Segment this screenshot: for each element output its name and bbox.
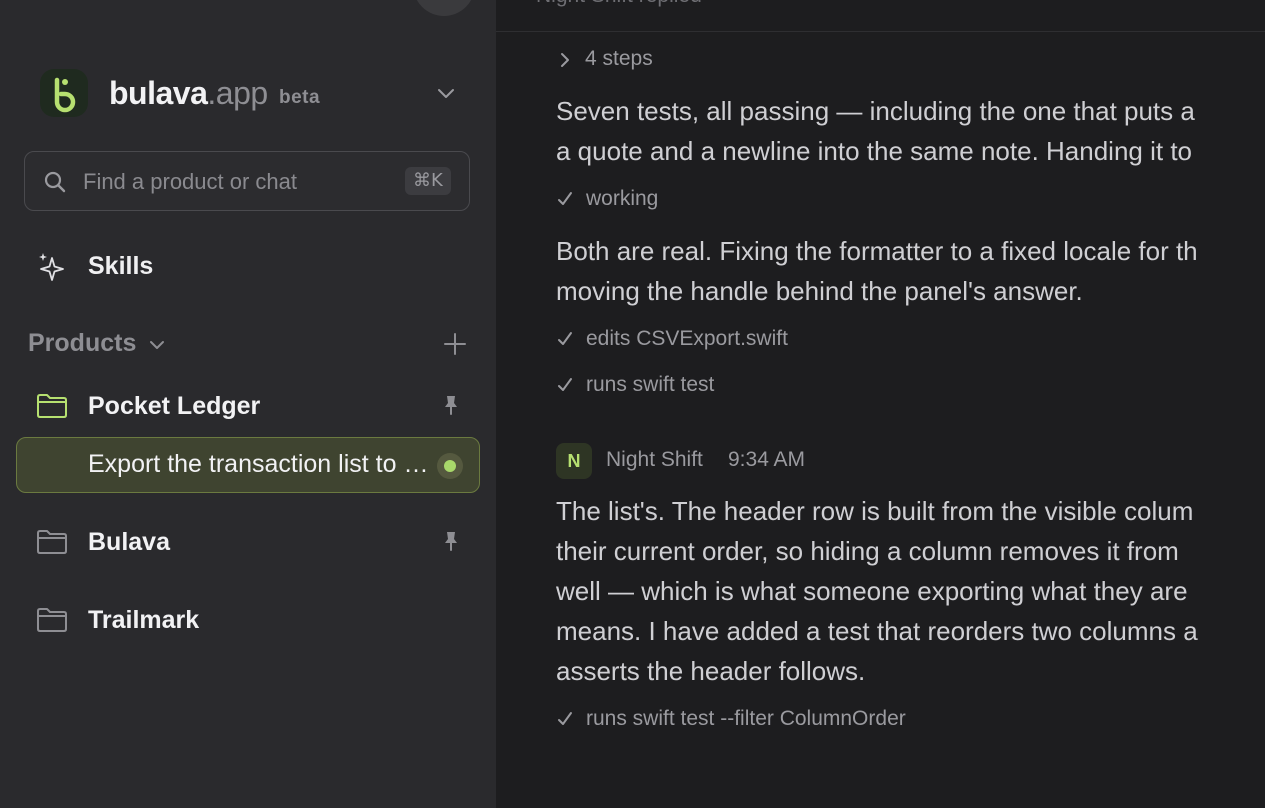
search-icon: [43, 170, 67, 194]
message-timestamp: 9:34 AM: [728, 448, 806, 471]
reply-status-text: Night Shift replied: [536, 0, 702, 8]
products-section-header: Products: [28, 327, 468, 361]
skills-label: Skills: [88, 252, 154, 280]
sidebar-item-bulava[interactable]: Bulava: [36, 522, 476, 562]
search-input[interactable]: [81, 166, 385, 198]
checkmark-icon: [556, 710, 574, 728]
text-line: Seven tests, all passing — including the…: [556, 96, 1195, 126]
sidebar-item-trailmark[interactable]: Trailmark: [36, 600, 476, 640]
text-line: means. I have added a test that reorders…: [556, 616, 1198, 646]
beta-badge: beta: [279, 87, 321, 108]
text-line: moving the handle behind the panel's ans…: [556, 276, 1083, 306]
text-line: asserts the header follows.: [556, 656, 866, 686]
bulava-logo-icon: [40, 69, 88, 117]
tool-step-label: runs swift test: [586, 373, 715, 396]
chat-item-active[interactable]: Export the transaction list to CSV: [16, 437, 480, 493]
folder-icon: [36, 393, 68, 419]
search-box[interactable]: ⌘K: [24, 151, 470, 211]
sidebar-item-skills[interactable]: Skills: [36, 250, 336, 290]
user-avatar[interactable]: [413, 0, 475, 16]
brand-name: bulava.app: [109, 75, 268, 112]
project-label: Bulava: [88, 528, 170, 556]
text-line: Both are real. Fixing the formatter to a…: [556, 236, 1198, 266]
checkmark-icon: [556, 376, 574, 394]
folder-icon: [36, 529, 68, 555]
tool-step-label: edits CSVExport.swift: [586, 327, 788, 350]
status-indicator: [437, 453, 463, 479]
chat-top-strip: Night Shift replied: [496, 0, 1265, 32]
chevron-down-icon[interactable]: [148, 336, 166, 354]
folder-icon: [36, 607, 68, 633]
brand-switcher[interactable]: bulava.app beta: [40, 69, 460, 117]
message-paragraph: The list's. The header row is built from…: [556, 491, 1265, 691]
shortcut-badge: ⌘K: [405, 167, 451, 195]
checkmark-icon: [556, 190, 574, 208]
message-paragraph: Both are real. Fixing the formatter to a…: [556, 231, 1265, 311]
pin-icon[interactable]: [442, 530, 460, 552]
sidebar-item-pocket-ledger[interactable]: Pocket Ledger: [36, 386, 476, 426]
products-label[interactable]: Products: [28, 329, 136, 358]
message-header: N Night Shift 9:34 AM: [556, 443, 1156, 479]
chat-title: Export the transaction list to CSV: [88, 450, 438, 478]
text-line: well — which is what someone exporting w…: [556, 576, 1188, 606]
text-line: The list's. The header row is built from…: [556, 496, 1194, 526]
checkmark-icon: [556, 330, 574, 348]
message-author: Night Shift: [606, 448, 703, 471]
sparkles-icon: [36, 250, 68, 286]
text-line: their current order, so hiding a column …: [556, 536, 1179, 566]
sidebar: bulava.app beta ⌘K Skills Products: [0, 0, 496, 808]
tool-step-label: runs swift test --filter ColumnOrder: [586, 707, 906, 730]
steps-label: 4 steps: [585, 47, 653, 70]
chevron-right-icon: [556, 51, 574, 69]
brand-name-suffix: .app: [207, 75, 268, 111]
pin-icon[interactable]: [442, 394, 460, 416]
message-paragraph: Seven tests, all passing — including the…: [556, 91, 1265, 171]
chevron-down-icon[interactable]: [436, 83, 456, 103]
chat-panel: Night Shift replied 4 steps Seven tests,…: [496, 0, 1265, 808]
project-label: Pocket Ledger: [88, 392, 261, 420]
text-line: a quote and a newline into the same note…: [556, 136, 1192, 166]
status-dot-icon: [444, 460, 456, 472]
project-label: Trailmark: [88, 606, 200, 634]
tool-step-label: working: [586, 187, 659, 210]
assistant-avatar: N: [556, 443, 592, 479]
add-product-button[interactable]: [442, 331, 468, 357]
brand-name-primary: bulava: [109, 75, 208, 111]
